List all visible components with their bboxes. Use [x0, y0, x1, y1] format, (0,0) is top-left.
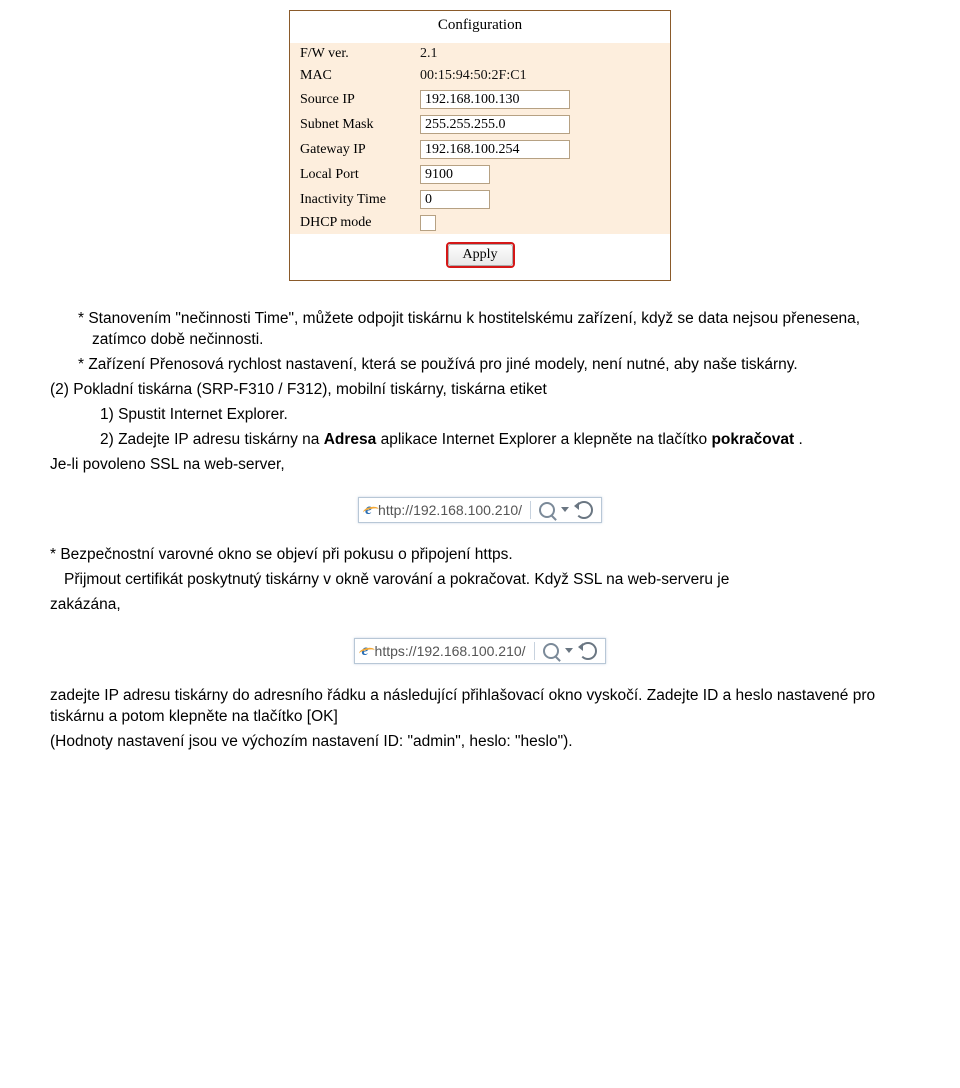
fw-version-value: 2.1	[420, 46, 438, 62]
local-port-label: Local Port	[300, 167, 420, 183]
mac-label: MAC	[300, 68, 420, 84]
url-text-https: https://192.168.100.210/	[375, 643, 526, 659]
ssl-enabled-note: Je-li povoleno SSL na web-server,	[50, 455, 910, 476]
url-text-http: http://192.168.100.210/	[378, 502, 522, 518]
security-warning-note: * Bezpečnostní varovné okno se objeví př…	[50, 545, 910, 566]
dropdown-icon[interactable]	[565, 648, 573, 653]
gateway-ip-input[interactable]	[420, 140, 570, 159]
configuration-panel: Configuration F/W ver. 2.1 MAC 00:15:94:…	[289, 10, 671, 281]
step-1: 1) Spustit Internet Explorer.	[50, 405, 910, 426]
subnet-mask-input[interactable]	[420, 115, 570, 134]
source-ip-label: Source IP	[300, 92, 420, 108]
inactivity-time-input[interactable]	[420, 190, 490, 209]
login-instruction: zadejte IP adresu tiskárny do adresního …	[50, 686, 910, 728]
fw-version-label: F/W ver.	[300, 46, 420, 62]
step-2-bold-pokracovat: pokračovat	[711, 431, 794, 448]
mac-value: 00:15:94:50:2F:C1	[420, 68, 527, 84]
apply-button-highlight: Apply	[446, 242, 515, 268]
ie-icon: e	[365, 501, 372, 519]
dhcp-mode-checkbox[interactable]	[420, 215, 436, 231]
address-bar-http[interactable]: e http://192.168.100.210/	[358, 497, 602, 523]
step-2: 2) Zadejte IP adresu tiskárny na Adresa …	[50, 430, 910, 451]
note-inactivity: * Stanovením "nečinnosti Time", můžete o…	[50, 309, 910, 351]
refresh-icon[interactable]	[575, 501, 593, 519]
panel-title: Configuration	[290, 11, 670, 43]
source-ip-input[interactable]	[420, 90, 570, 109]
ssl-disabled-note: zakázána,	[50, 595, 910, 616]
local-port-input[interactable]	[420, 165, 490, 184]
default-credentials: (Hodnoty nastavení jsou ve výchozím nast…	[50, 732, 910, 753]
dropdown-icon[interactable]	[561, 507, 569, 512]
accept-certificate-note: Přijmout certifikát poskytnutý tiskárny …	[50, 570, 910, 591]
apply-button[interactable]: Apply	[448, 244, 513, 266]
refresh-icon[interactable]	[579, 642, 597, 660]
ie-icon: e	[361, 642, 368, 660]
section-2-heading: (2) Pokladní tiskárna (SRP-F310 / F312),…	[50, 380, 910, 401]
step-2-bold-adresa: Adresa	[324, 431, 377, 448]
note-baudrate: * Zařízení Přenosová rychlost nastavení,…	[50, 355, 910, 376]
address-bar-https[interactable]: e https://192.168.100.210/	[354, 638, 605, 664]
gateway-ip-label: Gateway IP	[300, 142, 420, 158]
search-icon[interactable]	[539, 502, 555, 518]
subnet-mask-label: Subnet Mask	[300, 117, 420, 133]
dhcp-mode-label: DHCP mode	[300, 215, 420, 231]
inactivity-time-label: Inactivity Time	[300, 192, 420, 208]
search-icon[interactable]	[543, 643, 559, 659]
